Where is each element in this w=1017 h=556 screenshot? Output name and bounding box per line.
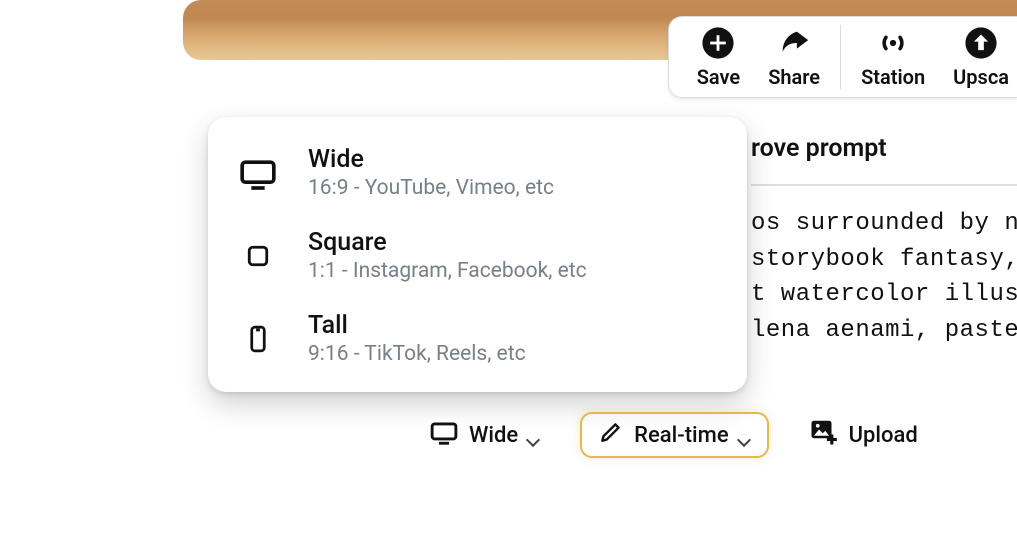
upscale-label: Upsca bbox=[953, 65, 1009, 89]
prompt-textarea-partial[interactable]: os surrounded by nel storybook fantasy, … bbox=[751, 184, 1017, 368]
share-button[interactable]: Share bbox=[754, 23, 834, 91]
station-broadcast-icon bbox=[875, 25, 911, 61]
phone-tall-icon bbox=[236, 317, 280, 361]
monitor-wide-icon bbox=[236, 151, 280, 195]
mode-selector-realtime[interactable]: Real-time bbox=[580, 412, 768, 458]
upscale-up-arrow-icon bbox=[963, 25, 999, 61]
station-label: Station bbox=[861, 65, 925, 89]
aspect-option-tall[interactable]: Tall 9:16 - TikTok, Reels, etc bbox=[226, 297, 729, 380]
save-button[interactable]: Save bbox=[683, 23, 754, 91]
improve-prompt-heading-partial: rove prompt bbox=[751, 134, 887, 163]
aspect-option-desc: 1:1 - Instagram, Facebook, etc bbox=[308, 259, 587, 283]
image-add-icon bbox=[809, 417, 839, 453]
upload-button[interactable]: Upload bbox=[793, 412, 934, 458]
upscale-button[interactable]: Upsca bbox=[939, 23, 1013, 91]
aspect-option-title: Tall bbox=[308, 311, 526, 340]
save-label: Save bbox=[697, 65, 740, 89]
pencil-icon bbox=[598, 419, 624, 451]
aspect-option-desc: 16:9 - YouTube, Vimeo, etc bbox=[308, 176, 554, 200]
chevron-down-icon bbox=[528, 429, 540, 441]
mode-selector-label: Real-time bbox=[634, 423, 728, 448]
station-button[interactable]: Station bbox=[847, 23, 939, 91]
bottom-controls-row: Wide Real-time Upload bbox=[413, 412, 934, 458]
aspect-selector-label: Wide bbox=[469, 423, 518, 448]
share-arrow-icon bbox=[776, 25, 812, 61]
plus-circle-icon bbox=[700, 25, 736, 61]
aspect-option-desc: 9:16 - TikTok, Reels, etc bbox=[308, 342, 526, 366]
share-label: Share bbox=[768, 65, 820, 89]
monitor-wide-icon bbox=[429, 417, 459, 453]
aspect-option-title: Wide bbox=[308, 145, 554, 174]
aspect-option-square[interactable]: Square 1:1 - Instagram, Facebook, etc bbox=[226, 214, 729, 297]
square-icon bbox=[236, 234, 280, 278]
upload-label: Upload bbox=[849, 423, 918, 448]
image-action-toolbar: Save Share Station Upsca bbox=[668, 16, 1017, 98]
aspect-ratio-selector[interactable]: Wide bbox=[413, 412, 556, 458]
aspect-ratio-dropdown: Wide 16:9 - YouTube, Vimeo, etc Square 1… bbox=[208, 117, 747, 392]
aspect-option-wide[interactable]: Wide 16:9 - YouTube, Vimeo, etc bbox=[226, 131, 729, 214]
chevron-down-icon bbox=[739, 429, 751, 441]
aspect-option-title: Square bbox=[308, 228, 587, 257]
toolbar-divider bbox=[840, 25, 841, 89]
